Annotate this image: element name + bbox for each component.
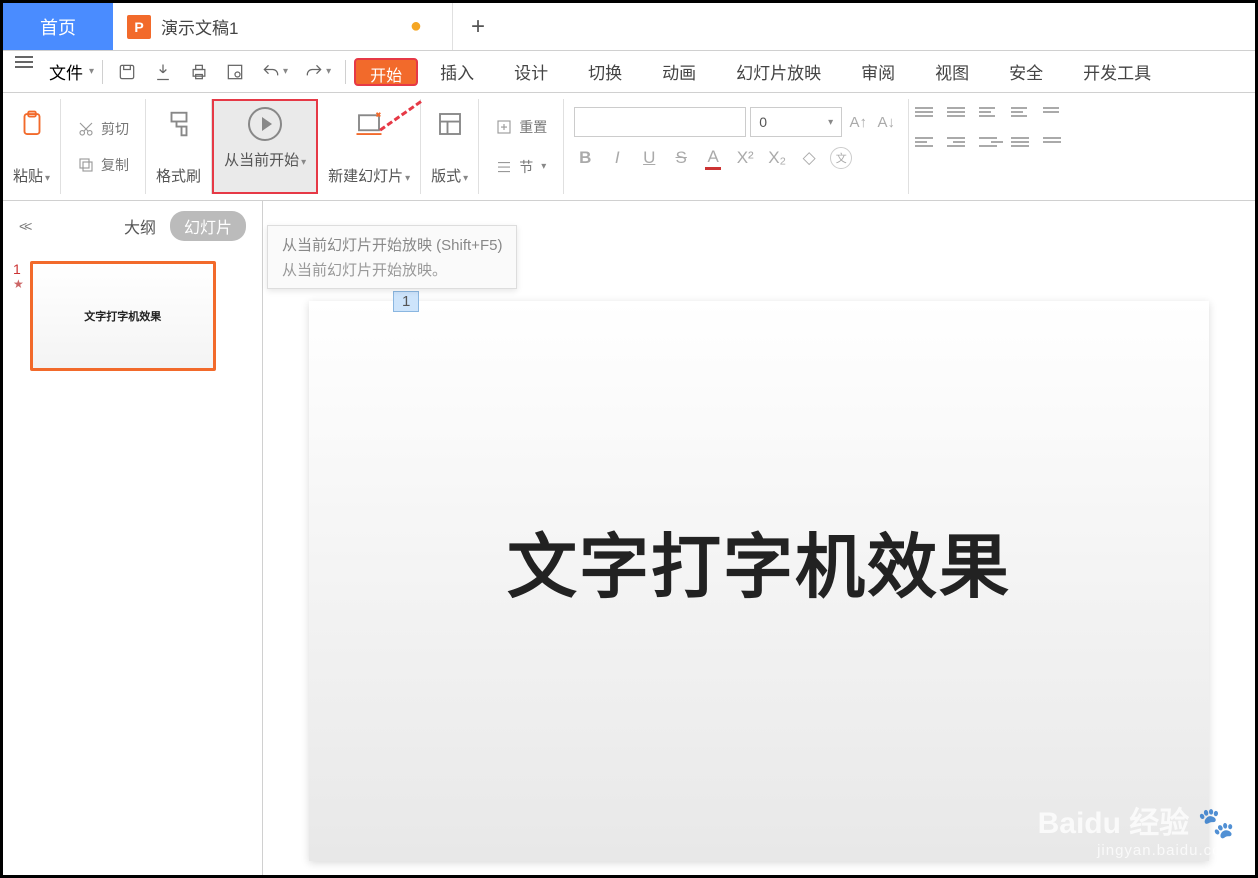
tab-design[interactable]: 设计 bbox=[496, 51, 566, 92]
section-button[interactable]: 节▾ bbox=[489, 153, 552, 181]
bullet-list-icon[interactable] bbox=[915, 107, 939, 127]
increase-font-icon[interactable]: A↑ bbox=[846, 108, 870, 136]
tab-review[interactable]: 审阅 bbox=[843, 51, 913, 92]
highlight-button[interactable]: ◇ bbox=[798, 147, 820, 169]
tab-security[interactable]: 安全 bbox=[991, 51, 1061, 92]
tooltip-desc: 从当前幻灯片开始放映。 bbox=[282, 259, 502, 280]
home-tab[interactable]: 首页 bbox=[3, 3, 113, 50]
slide[interactable]: 1 文字打字机效果 bbox=[309, 301, 1209, 861]
new-slide-icon[interactable] bbox=[352, 107, 386, 141]
align-center-icon[interactable] bbox=[947, 137, 971, 157]
undo-icon[interactable]: ▾ bbox=[255, 56, 294, 88]
font-size-select[interactable]: 0▾ bbox=[750, 107, 842, 137]
format-painter-button[interactable]: 格式刷 bbox=[156, 165, 201, 186]
layout-icon[interactable] bbox=[433, 107, 467, 141]
menu-bar: 文件 ▾ ▾ ▾ 开始 插入 设计 切换 动画 幻灯片放映 审阅 视图 安全 开… bbox=[3, 51, 1255, 93]
layout-button[interactable]: 版式▾ bbox=[431, 165, 468, 186]
print-icon[interactable] bbox=[183, 56, 215, 88]
print-preview-icon[interactable] bbox=[219, 56, 251, 88]
tooltip-title: 从当前幻灯片开始放映 (Shift+F5) bbox=[282, 234, 502, 255]
redo-icon[interactable]: ▾ bbox=[298, 56, 337, 88]
paste-group: 粘贴▾ bbox=[3, 99, 61, 194]
copy-button[interactable]: 复制 bbox=[71, 151, 135, 179]
paragraph-group bbox=[908, 99, 1073, 194]
bold-button[interactable]: B bbox=[574, 147, 596, 169]
app-logo-icon: P bbox=[127, 15, 151, 39]
title-tab-bar: 首页 P 演示文稿1 ● + bbox=[3, 3, 1255, 51]
tab-insert[interactable]: 插入 bbox=[422, 51, 492, 92]
tab-transition[interactable]: 切换 bbox=[570, 51, 640, 92]
slide-thumbnail[interactable]: 文字打字机效果 bbox=[30, 261, 216, 371]
font-color-button[interactable]: A bbox=[702, 147, 724, 169]
paste-icon[interactable] bbox=[15, 107, 49, 141]
new-slide-button[interactable]: 新建幻灯片▾ bbox=[328, 165, 410, 186]
file-menu[interactable]: 文件 bbox=[43, 59, 83, 84]
format-painter-icon[interactable] bbox=[162, 107, 196, 141]
animation-order-badge: 1 bbox=[393, 291, 419, 312]
start-from-current-button[interactable]: 从当前开始▾ bbox=[212, 99, 318, 194]
justify-icon[interactable] bbox=[1011, 137, 1035, 157]
slide-title-text[interactable]: 文字打字机效果 bbox=[507, 511, 1011, 612]
line-spacing-icon[interactable] bbox=[1043, 107, 1067, 127]
ribbon-toolbar: 粘贴▾ 剪切 复制 格式刷 从当前开始▾ 新建幻灯片▾ 版式▾ 重置 节▾ 0▾… bbox=[3, 93, 1255, 201]
animation-marker-icon: ★ bbox=[13, 277, 24, 291]
strikethrough-button[interactable]: S bbox=[670, 147, 692, 169]
number-list-icon[interactable] bbox=[947, 107, 971, 127]
slides-tab[interactable]: 幻灯片 bbox=[170, 211, 246, 241]
increase-indent-icon[interactable] bbox=[1011, 107, 1035, 127]
tab-slideshow[interactable]: 幻灯片放映 bbox=[718, 51, 839, 92]
align-right-icon[interactable] bbox=[979, 137, 1003, 157]
columns-icon[interactable] bbox=[1043, 137, 1067, 157]
new-tab-button[interactable]: + bbox=[453, 3, 503, 50]
tab-view[interactable]: 视图 bbox=[917, 51, 987, 92]
slide-canvas: 1 文字打字机效果 bbox=[263, 201, 1255, 875]
underline-button[interactable]: U bbox=[638, 147, 660, 169]
reset-button[interactable]: 重置 bbox=[489, 113, 553, 141]
decrease-font-icon[interactable]: A↓ bbox=[874, 108, 898, 136]
outline-tab[interactable]: 大纲 bbox=[124, 214, 156, 238]
slide-panel: << 大纲 幻灯片 1 ★ 文字打字机效果 bbox=[3, 201, 263, 875]
tab-developer[interactable]: 开发工具 bbox=[1065, 51, 1169, 92]
hamburger-menu-icon[interactable] bbox=[9, 56, 39, 88]
font-group: 0▾ A↑ A↓ B I U S A X² X₂ ◇ 文 bbox=[564, 99, 908, 194]
paw-icon: 🐾 bbox=[1198, 806, 1235, 841]
superscript-button[interactable]: X² bbox=[734, 147, 756, 169]
format-painter-group: 格式刷 bbox=[146, 99, 212, 194]
watermark: Baidu 经验 🐾 jingyan.baidu.com bbox=[1038, 798, 1235, 859]
document-tab[interactable]: P 演示文稿1 ● bbox=[113, 3, 453, 50]
paste-button[interactable]: 粘贴▾ bbox=[13, 165, 50, 186]
save-icon[interactable] bbox=[111, 56, 143, 88]
subscript-button[interactable]: X₂ bbox=[766, 147, 788, 169]
collapse-panel-icon[interactable]: << bbox=[19, 218, 29, 234]
play-icon bbox=[248, 107, 282, 141]
italic-button[interactable]: I bbox=[606, 147, 628, 169]
cut-button[interactable]: 剪切 bbox=[71, 115, 135, 143]
font-family-select[interactable] bbox=[574, 107, 746, 137]
tab-start[interactable]: 开始 bbox=[354, 58, 418, 86]
align-left-icon[interactable] bbox=[915, 137, 939, 157]
thumbnail-number: 1 bbox=[13, 261, 24, 277]
document-title: 演示文稿1 bbox=[161, 14, 238, 39]
chevron-down-icon: ▾ bbox=[89, 66, 94, 77]
tooltip: 从当前幻灯片开始放映 (Shift+F5) 从当前幻灯片开始放映。 bbox=[267, 225, 517, 289]
work-area: << 大纲 幻灯片 1 ★ 文字打字机效果 1 文字打字机效果 bbox=[3, 201, 1255, 875]
text-effect-button[interactable]: 文 bbox=[830, 147, 852, 169]
decrease-indent-icon[interactable] bbox=[979, 107, 1003, 127]
export-icon[interactable] bbox=[147, 56, 179, 88]
tab-animation[interactable]: 动画 bbox=[644, 51, 714, 92]
unsaved-dot-icon: ● bbox=[410, 15, 422, 38]
